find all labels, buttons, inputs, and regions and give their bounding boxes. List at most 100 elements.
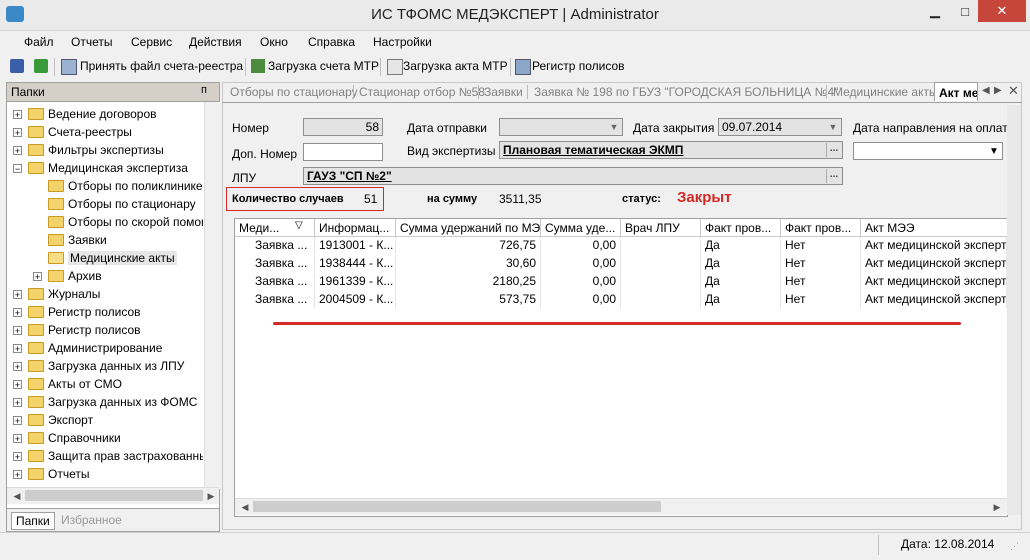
menu-window[interactable]: Окно	[260, 35, 288, 49]
tree-item[interactable]: Отборы по скорой помощ	[33, 213, 203, 231]
chevron-down-icon[interactable]: ▼	[826, 120, 840, 134]
expand-icon[interactable]: +	[13, 325, 22, 335]
expand-icon[interactable]: +	[13, 397, 22, 407]
tree-item[interactable]: + Защита прав застрахованных	[13, 447, 203, 465]
menu-actions[interactable]: Действия	[189, 35, 242, 49]
expand-icon[interactable]: +	[13, 433, 22, 443]
maximize-button[interactable]: □	[948, 0, 982, 22]
scroll-right-icon[interactable]: ▶	[989, 499, 1005, 515]
tab-request-198[interactable]: Заявка № 198 по ГБУЗ "ГОРОДСКАЯ БОЛЬНИЦА…	[534, 85, 838, 99]
resize-grip-icon[interactable]: ⋰	[1010, 541, 1019, 552]
tab-scroll-right-icon[interactable]: ▶	[994, 85, 1002, 96]
expand-icon[interactable]: +	[13, 307, 22, 317]
tree-item[interactable]: + Счета-реестры	[13, 123, 132, 141]
col-header-info[interactable]: Информац...	[315, 219, 396, 237]
tab-inpatient-selection-58[interactable]: Стационар отбор №58	[359, 85, 485, 99]
tree-horizontal-scrollbar[interactable]: ◀ ▶	[7, 487, 219, 504]
table-row[interactable]: Заявка ... 1938444 - К... 30,60 0,00 Да Нет Ак…	[235, 255, 1007, 273]
grid-horizontal-scrollbar[interactable]: ◀ ▶	[235, 498, 1007, 515]
tree-item[interactable]: + Администрирование	[13, 339, 162, 357]
minimize-button[interactable]: ▁	[918, 0, 952, 22]
expand-icon[interactable]: +	[13, 145, 22, 155]
extra-number-field[interactable]	[303, 143, 383, 161]
col-header-mee-act[interactable]: Акт МЭЭ	[861, 219, 1007, 237]
sort-desc-icon[interactable]: ▽	[295, 220, 303, 231]
tree-item[interactable]: + Справочники	[13, 429, 121, 447]
expand-icon[interactable]: +	[13, 469, 22, 479]
tree-item[interactable]: Заявки	[33, 231, 107, 249]
tab-medical-act[interactable]: Акт ме	[934, 82, 978, 101]
scroll-thumb[interactable]	[25, 490, 203, 501]
tree-item[interactable]: Отборы по стационару	[33, 195, 196, 213]
scroll-left-icon[interactable]: ◀	[237, 499, 253, 515]
payment-direction-date-field[interactable]: ▼	[853, 142, 1003, 160]
tree-item[interactable]: + Архив	[33, 267, 102, 285]
col-header-mee-sum[interactable]: Сумма удержаний по МЭЭ	[396, 219, 541, 237]
close-button[interactable]: ✕	[978, 0, 1026, 22]
tab-folders[interactable]: Папки	[11, 512, 55, 530]
table-row[interactable]: Заявка ... 1913001 - К... 726,75 0,00 Да Нет А…	[235, 237, 1007, 255]
scroll-left-icon[interactable]: ◀	[9, 488, 25, 504]
tree-item[interactable]: + Фильтры экспертизы	[13, 141, 164, 159]
tree-item[interactable]: + Отчеты	[13, 465, 89, 483]
tree-item[interactable]: − Медицинская экспертиза	[13, 159, 188, 177]
policy-registry-button[interactable]: Регистр полисов	[532, 59, 625, 73]
expertise-type-field[interactable]: Плановая тематическая ЭКМП ...	[499, 141, 843, 159]
tree-item[interactable]: + Акты от СМО	[13, 375, 122, 393]
col-header-medical[interactable]: Меди... ▽	[235, 219, 315, 237]
load-mtr-act-button[interactable]: Загрузка акта МТР	[403, 59, 508, 73]
expand-icon[interactable]: +	[13, 127, 22, 137]
expand-icon[interactable]: +	[33, 271, 42, 281]
menu-reports[interactable]: Отчеты	[71, 35, 112, 49]
menu-help[interactable]: Справка	[308, 35, 355, 49]
form-vertical-scrollbar[interactable]	[1007, 105, 1021, 515]
scroll-thumb[interactable]	[253, 501, 661, 512]
refresh-icon[interactable]	[34, 59, 48, 73]
col-header-doctor[interactable]: Врач ЛПУ	[621, 219, 701, 237]
save-icon[interactable]	[10, 59, 24, 73]
col-header-fact1[interactable]: Факт пров...	[701, 219, 781, 237]
col-header-fact2[interactable]: Факт пров...	[781, 219, 861, 237]
expand-icon[interactable]: +	[13, 415, 22, 425]
tab-requests[interactable]: Заявки	[484, 85, 523, 99]
table-row[interactable]: Заявка ... 2004509 - К... 573,75 0,00 Да Нет А…	[235, 291, 1007, 309]
col-header-sum-other[interactable]: Сумма уде...	[541, 219, 621, 237]
menu-settings[interactable]: Настройки	[373, 35, 432, 49]
tab-inpatient-selections[interactable]: Отборы по стационару	[230, 85, 358, 99]
tab-favorites[interactable]: Избранное	[61, 513, 122, 527]
tab-close-icon[interactable]: ✕	[1008, 83, 1019, 99]
expand-icon[interactable]: +	[13, 379, 22, 389]
chevron-down-icon[interactable]: ▼	[987, 144, 1001, 158]
table-row[interactable]: Заявка ... 1961339 - К... 2180,25 0,00 Да Нет…	[235, 273, 1007, 291]
pin-icon[interactable]: ᴨ	[201, 84, 207, 96]
ellipsis-icon[interactable]: ...	[826, 169, 841, 183]
tree-vertical-scrollbar[interactable]	[204, 102, 220, 489]
expand-icon[interactable]: +	[13, 361, 22, 371]
tree-item[interactable]: Медицинские акты	[33, 249, 177, 267]
chevron-down-icon[interactable]: ▼	[607, 120, 621, 134]
tree-item[interactable]: + Регистр полисов	[13, 321, 141, 339]
load-mtr-invoice-button[interactable]: Загрузка счета МТР	[268, 59, 379, 73]
menu-service[interactable]: Сервис	[131, 35, 172, 49]
tab-scroll-left-icon[interactable]: ◀	[982, 85, 990, 96]
tab-medical-acts[interactable]: Медицинские акты	[833, 85, 938, 99]
tree-item[interactable]: + Журналы	[13, 285, 100, 303]
collapse-icon[interactable]: −	[13, 163, 22, 173]
menu-file[interactable]: Файл	[24, 35, 54, 49]
close-date-field[interactable]: 09.07.2014 ▼	[718, 118, 842, 136]
tree-item[interactable]: + Ведение договоров	[13, 105, 157, 123]
tree-item[interactable]: + Загрузка данных из ЛПУ	[13, 357, 184, 375]
ellipsis-icon[interactable]: ...	[826, 143, 841, 157]
expand-icon[interactable]: +	[13, 451, 22, 461]
accept-invoice-button[interactable]: Принять файл счета-реестра	[80, 59, 243, 73]
tree-item[interactable]: + Экспорт	[13, 411, 93, 429]
send-date-field[interactable]: ▼	[499, 118, 623, 136]
tree-item[interactable]: + Загрузка данных из ФОМС	[13, 393, 197, 411]
expand-icon[interactable]: +	[13, 109, 22, 119]
scroll-right-icon[interactable]: ▶	[203, 488, 219, 504]
expand-icon[interactable]: +	[13, 343, 22, 353]
expand-icon[interactable]: +	[13, 289, 22, 299]
lpu-field[interactable]: ГАУЗ "СП №2" ...	[303, 167, 843, 185]
tree-item[interactable]: Отборы по поликлинике	[33, 177, 203, 195]
tree-item[interactable]: + Регистр полисов	[13, 303, 141, 321]
